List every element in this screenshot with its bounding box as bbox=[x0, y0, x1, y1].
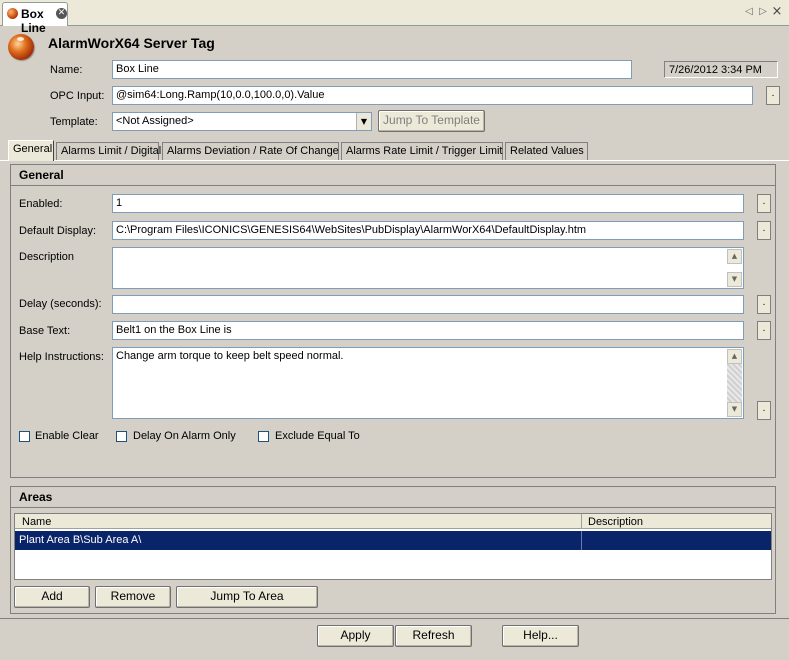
page-title: AlarmWorX64 Server Tag bbox=[48, 35, 215, 51]
jump-to-template-button[interactable]: Jump To Template bbox=[378, 110, 485, 132]
timestamp: 7/26/2012 3:34 PM bbox=[664, 61, 778, 78]
col-name-header[interactable]: Name bbox=[22, 516, 51, 528]
add-area-button[interactable]: Add bbox=[14, 586, 90, 608]
enable-clear-label: Enable Clear bbox=[35, 430, 99, 442]
doc-tab-box-line[interactable]: Box Line ✕ bbox=[2, 2, 68, 35]
table-row[interactable]: Plant Area B\Sub Area A\ bbox=[15, 531, 771, 550]
template-value: <Not Assigned> bbox=[116, 115, 194, 127]
exclude-equal-to-label: Exclude Equal To bbox=[275, 430, 360, 442]
name-field[interactable]: Box Line bbox=[112, 60, 632, 79]
template-select[interactable]: <Not Assigned> ▼ bbox=[112, 112, 372, 131]
base-text-label: Base Text: bbox=[19, 325, 71, 337]
areas-grid: Name Description Plant Area B\Sub Area A… bbox=[14, 513, 772, 580]
delay-browse-button[interactable]: . bbox=[757, 295, 771, 314]
tab-divider bbox=[0, 160, 789, 161]
refresh-button[interactable]: Refresh bbox=[395, 625, 472, 647]
enable-clear-checkbox[interactable] bbox=[19, 431, 30, 442]
enabled-browse-button[interactable]: . bbox=[757, 194, 771, 213]
areas-grid-header: Name Description bbox=[15, 514, 771, 529]
opc-input-field[interactable]: @sim64:Long.Ramp(10,0.0,100.0,0).Value bbox=[112, 86, 753, 105]
delay-label: Delay (seconds): bbox=[19, 298, 102, 310]
enabled-label: Enabled: bbox=[19, 198, 63, 210]
column-divider bbox=[581, 514, 582, 529]
description-scroll-up-icon[interactable]: ▲ bbox=[727, 249, 742, 264]
tab-alarms-rate-limit[interactable]: Alarms Rate Limit / Trigger Limit bbox=[341, 142, 503, 160]
help-button[interactable]: Help... bbox=[502, 625, 579, 647]
remove-area-button[interactable]: Remove bbox=[95, 586, 171, 608]
footer-divider bbox=[0, 618, 789, 619]
col-description-header[interactable]: Description bbox=[588, 516, 643, 528]
scroll-left-icon[interactable]: ◁ bbox=[743, 5, 755, 19]
enabled-field[interactable]: 1 bbox=[112, 194, 744, 213]
delay-on-alarm-only-label: Delay On Alarm Only bbox=[133, 430, 236, 442]
close-tab-icon[interactable]: ✕ bbox=[56, 8, 67, 19]
opc-browse-button[interactable]: . bbox=[766, 86, 780, 105]
apply-button[interactable]: Apply bbox=[317, 625, 394, 647]
opc-input-label: OPC Input: bbox=[50, 90, 105, 102]
base-text-browse-button[interactable]: . bbox=[757, 321, 771, 340]
description-scroll-down-icon[interactable]: ▼ bbox=[727, 272, 742, 287]
default-display-field[interactable]: C:\Program Files\ICONICS\GENESIS64\WebSi… bbox=[112, 221, 744, 240]
jump-to-area-button[interactable]: Jump To Area bbox=[176, 586, 318, 608]
template-label: Template: bbox=[50, 116, 98, 128]
alarm-tag-icon bbox=[7, 8, 18, 19]
areas-section-title: Areas bbox=[11, 487, 775, 508]
chevron-down-icon[interactable]: ▼ bbox=[356, 113, 371, 130]
description-label: Description bbox=[19, 251, 75, 263]
help-instructions-field[interactable]: Change arm torque to keep belt speed nor… bbox=[112, 347, 744, 419]
tab-alarms-limit-digital[interactable]: Alarms Limit / Digital bbox=[56, 142, 161, 160]
delay-field[interactable] bbox=[112, 295, 744, 314]
scroll-right-icon[interactable]: ▷ bbox=[757, 5, 769, 19]
delay-on-alarm-only-checkbox[interactable] bbox=[116, 431, 127, 442]
base-text-field[interactable]: Belt1 on the Box Line is bbox=[112, 321, 744, 340]
default-display-label: Default Display: bbox=[19, 225, 97, 237]
server-tag-icon-shine bbox=[17, 37, 24, 41]
help-instructions-label: Help Instructions: bbox=[19, 351, 104, 363]
close-window-icon[interactable]: × bbox=[771, 5, 783, 19]
description-field[interactable] bbox=[112, 247, 744, 289]
general-section-title: General bbox=[11, 165, 775, 186]
help-scroll-down-icon[interactable]: ▼ bbox=[727, 402, 742, 417]
tab-alarms-deviation[interactable]: Alarms Deviation / Rate Of Change bbox=[162, 142, 339, 160]
document-tab-strip: Box Line ✕ ◁ ▷ × bbox=[0, 0, 789, 35]
help-scroll-track[interactable] bbox=[727, 364, 742, 402]
exclude-equal-to-checkbox[interactable] bbox=[258, 431, 269, 442]
help-browse-button[interactable]: . bbox=[757, 401, 771, 420]
help-scroll-up-icon[interactable]: ▲ bbox=[727, 349, 742, 364]
row-column-divider bbox=[581, 531, 582, 550]
default-display-browse-button[interactable]: . bbox=[757, 221, 771, 240]
tab-general[interactable]: General bbox=[8, 140, 54, 161]
tab-related-values[interactable]: Related Values bbox=[505, 142, 588, 160]
name-label: Name: bbox=[50, 64, 83, 76]
area-name-cell: Plant Area B\Sub Area A\ bbox=[19, 534, 142, 546]
